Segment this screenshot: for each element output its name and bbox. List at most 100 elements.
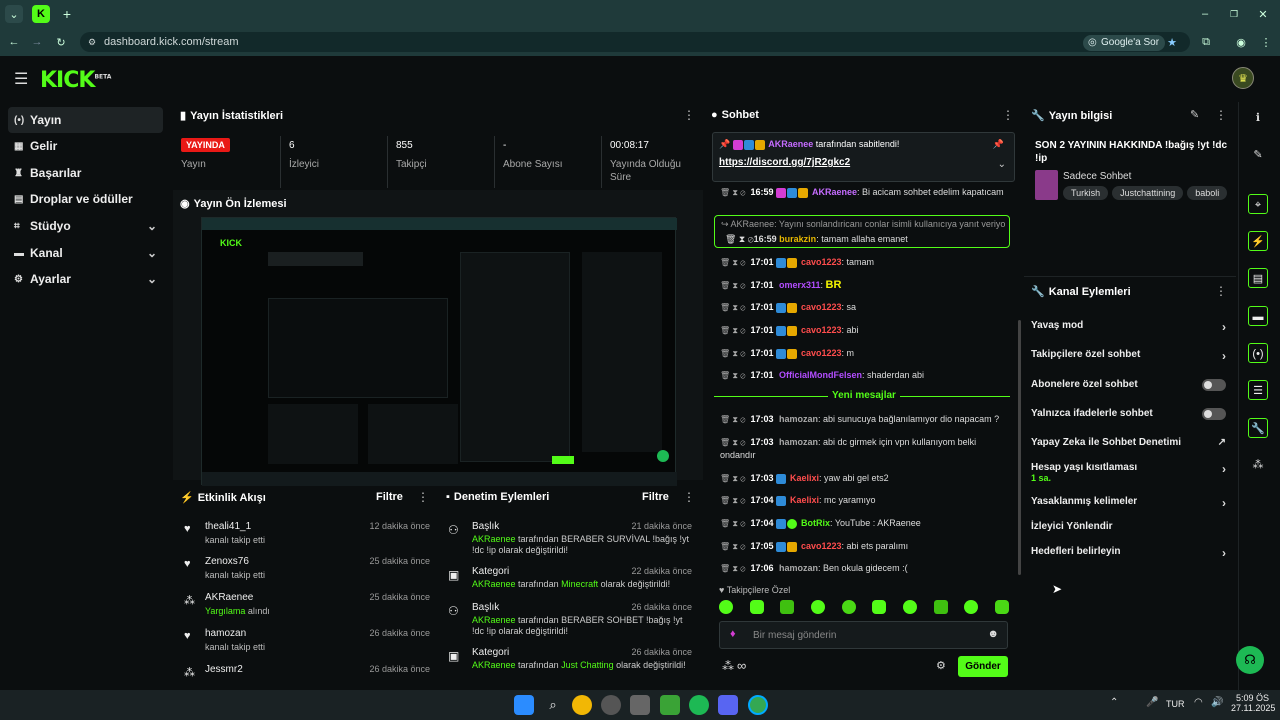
emote-7-icon[interactable] (902, 600, 917, 614)
emote-6-icon[interactable] (872, 600, 887, 614)
language-indicator[interactable]: TUR (1166, 699, 1185, 709)
profile-icon[interactable]: ◉ (1232, 33, 1250, 51)
discord-icon[interactable] (718, 695, 738, 715)
message-user[interactable]: cavo1223 (801, 302, 842, 312)
message-user[interactable]: Kaelixi (790, 473, 819, 483)
layout-icon[interactable]: ☰ (1248, 380, 1268, 400)
emote-1-icon[interactable] (719, 600, 733, 614)
subs-only-toggle[interactable] (1202, 379, 1226, 391)
url-field[interactable]: ⚙ dashboard.kick.com/stream (80, 32, 1190, 52)
kick-tab-favicon[interactable]: K (32, 5, 50, 23)
channel-actions-more-icon[interactable]: ⋮ (1215, 284, 1227, 298)
hamburger-menu-icon[interactable]: ☰ (14, 69, 28, 89)
browser-menu-icon[interactable]: ⋮ (1257, 33, 1275, 51)
message-user[interactable]: AKRaenee (812, 187, 857, 197)
reload-icon[interactable]: ↻ (52, 33, 70, 51)
emote-9-icon[interactable] (964, 600, 979, 614)
chat-more-icon[interactable]: ⋮ (1002, 108, 1014, 122)
message-user[interactable]: cavo1223 (801, 348, 842, 358)
chevron-down-icon[interactable]: ⌄ (998, 159, 1006, 170)
sidebar-item-yayin[interactable]: (•) Yayın (8, 107, 163, 133)
chat-message[interactable]: 🗑 ⧗ ⊘ 17:01 cavo1223: abi (720, 324, 1010, 337)
chat-message[interactable]: 🗑 ⧗ ⊘ 17:03 hamozan: abi sunucuya bağlanı… (720, 413, 1010, 426)
action-emote-only[interactable]: Yalnızca ifadelerle sohbet (1031, 408, 1226, 420)
chat-message[interactable]: 🗑 ⧗ ⊘ 17:01 cavo1223: m (720, 347, 1010, 360)
chat-message[interactable]: 🗑 ⧗ ⊘ 17:03 Kaelixi: yaw abi gel ets2 (720, 472, 1010, 485)
reward-icon[interactable]: ⁂ (1248, 455, 1268, 475)
notes-icon[interactable]: ▤ (1248, 268, 1268, 288)
chat-icon[interactable]: ▬ (1248, 306, 1268, 326)
clock[interactable]: 5:09 ÖS 27.11.2025 (1231, 693, 1275, 713)
moderation-more-icon[interactable]: ⋮ (683, 490, 695, 504)
action-raid[interactable]: İzleyici Yönlendir (1031, 521, 1226, 532)
chrome-icon[interactable] (572, 695, 592, 715)
emoji-icon[interactable]: ☻ (987, 628, 999, 640)
chat-message[interactable]: 🗑 ⧗ ⊘ 17:01 cavo1223: tamam (720, 256, 1010, 269)
site-info-icon[interactable]: ⚙ (88, 32, 96, 52)
action-account-age[interactable]: Hesap yaşı kısıtlaması › 1 sa. (1031, 462, 1226, 483)
chat-message[interactable]: 🗑 ⧗ ⊘ 17:03 hamozan: abi dc girmek için v… (720, 436, 1010, 462)
action-banned-words[interactable]: Yasaklanmış kelimeler › (1031, 496, 1226, 510)
chat-message[interactable]: 🗑 ⧗ ⊘ 17:06 hamozan: Ben okula gidecem :( (720, 562, 1010, 575)
forward-icon[interactable]: → (28, 33, 46, 51)
chat-message[interactable]: 🗑 ⧗ ⊘ 17:04 Kaelixi: mc yaramıyo (720, 494, 1010, 507)
message-user[interactable]: hamozan (779, 414, 818, 424)
activity-more-icon[interactable]: ⋮ (417, 490, 429, 504)
message-user[interactable]: Kaelixi (790, 495, 819, 505)
new-tab-button[interactable]: + (58, 5, 76, 23)
app-icon[interactable] (601, 695, 621, 715)
unpin-icon[interactable]: 📌 (993, 139, 1004, 150)
support-headset-icon[interactable]: ☊ (1236, 646, 1264, 674)
reply-message-box[interactable]: ↪ AKRaenee: Yayını sonlandıricanı conlar… (714, 215, 1010, 248)
message-user[interactable]: BotRix (801, 518, 830, 528)
sidebar-item-ayarlar[interactable]: ⚙ Ayarlar ⌄ (8, 266, 163, 292)
message-user[interactable]: omerx311 (779, 280, 821, 290)
emote-10-icon[interactable] (994, 600, 1009, 614)
wrench-icon[interactable]: 🔧 (1248, 418, 1268, 438)
pencil-icon[interactable]: ✎ (1248, 145, 1268, 165)
lightning-icon[interactable]: ⚡ (1248, 231, 1268, 251)
chat-settings-icon[interactable]: ⚙ (936, 659, 946, 672)
emote-8-icon[interactable] (933, 600, 948, 614)
sidebar-item-kanal[interactable]: ▬ Kanal ⌄ (8, 240, 163, 266)
sidebar-item-droplar[interactable]: ▤ Droplar ve ödüller (8, 186, 163, 212)
tab-list-button[interactable]: ⌄ (5, 5, 23, 23)
chat-message[interactable]: 🗑 ⧗ ⊘ 17:05 cavo1223: abi ets paralımı (720, 540, 1010, 553)
message-user[interactable]: hamozan (779, 437, 818, 447)
sidebar-item-gelir[interactable]: ▦ Gelir (8, 133, 163, 159)
pinned-message[interactable]: 📌 AKRaenee tarafından sabitlendi! https:… (712, 132, 1015, 182)
stats-more-icon[interactable]: ⋮ (683, 108, 695, 122)
action-goals[interactable]: Hedefleri belirleyin › (1031, 546, 1226, 560)
stream-info-more-icon[interactable]: ⋮ (1215, 108, 1227, 122)
emote-4-icon[interactable] (810, 600, 825, 614)
wifi-icon[interactable]: ◠ (1194, 697, 1203, 708)
chrome-active-icon[interactable] (748, 695, 768, 715)
message-user[interactable]: cavo1223 (801, 325, 842, 335)
message-user[interactable]: cavo1223 (801, 541, 842, 551)
message-user[interactable]: hamozan (779, 563, 818, 573)
emote-only-toggle[interactable] (1202, 408, 1226, 420)
infinity-icon[interactable]: ∞ (737, 658, 746, 673)
message-user[interactable]: OfficialMondFelsen (779, 370, 862, 380)
minecraft-icon[interactable] (660, 695, 680, 715)
chat-message[interactable]: 🗑 ⧗ ⊘ 17:01 omerx311: BR (720, 279, 1010, 292)
volume-icon[interactable]: 🔊 (1211, 697, 1223, 708)
kick-logo[interactable]: KICKBETA (40, 68, 111, 93)
moderation-filter-button[interactable]: Filtre (642, 491, 669, 503)
tag[interactable]: Justchattining (1112, 186, 1184, 200)
emote-5-icon[interactable] (841, 600, 856, 614)
spotify-icon[interactable] (689, 695, 709, 715)
info-icon[interactable]: ℹ (1248, 108, 1268, 128)
user-avatar[interactable]: ♛ (1232, 67, 1254, 89)
activity-filter-button[interactable]: Filtre (376, 491, 403, 503)
back-icon[interactable]: ← (5, 33, 23, 51)
stream-preview-video[interactable]: KICK (201, 217, 677, 486)
send-button[interactable]: Gönder (958, 656, 1008, 677)
action-followers-only[interactable]: Takipçilere özel sohbet › (1031, 349, 1226, 363)
close-window-icon[interactable]: ✕ (1254, 5, 1272, 23)
chat-message[interactable]: 🗑 ⧗ ⊘ 17:01 OfficialMondFelsen: shaderdan… (720, 369, 1010, 382)
emote-2-icon[interactable] (749, 600, 764, 614)
chat-input[interactable]: ♦ Bir mesaj gönderin ☻ (719, 621, 1008, 649)
chat-message[interactable]: 🗑 ⧗ ⊘ 16:59 AKRaenee: Bi acicam sohbet ed… (720, 186, 1010, 199)
windows-start-icon[interactable] (514, 695, 534, 715)
